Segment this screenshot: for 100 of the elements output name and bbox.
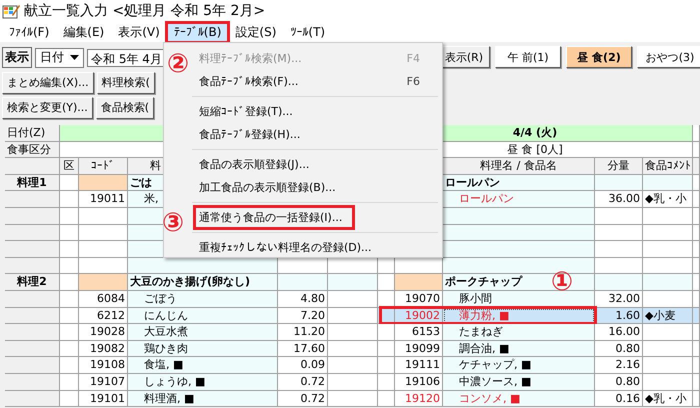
table-cell: 調合油, ■ bbox=[443, 340, 595, 358]
table-cell bbox=[643, 340, 693, 358]
table-cell: 大豆水煮 bbox=[128, 324, 278, 341]
menu-entry[interactable]: 食品ﾃｰﾌﾞﾙ検索(F)... F6 bbox=[199, 70, 420, 93]
table-cell: 19028 bbox=[79, 324, 128, 341]
table-cell: ごぼう bbox=[128, 290, 278, 308]
table-cell bbox=[643, 174, 693, 192]
table-cell: 19108 bbox=[79, 357, 128, 374]
table-cell bbox=[79, 258, 128, 274]
table-cell bbox=[278, 274, 328, 291]
window-title: 献立一覧入力 <処理月 令和 5年 2月> bbox=[24, 2, 266, 20]
row-header bbox=[5, 224, 60, 242]
menu-item[interactable]: ﾂｰﾙ(T) bbox=[283, 22, 332, 42]
toolbar-button[interactable]: まとめ編集(X)... bbox=[2, 72, 94, 94]
table-cell bbox=[79, 224, 128, 242]
table-cell: 32.00 bbox=[595, 290, 643, 308]
column-header: ｺｰﾄﾞ bbox=[79, 158, 128, 175]
meal-button[interactable]: 昼 食(2) bbox=[566, 46, 632, 68]
table-cell bbox=[60, 208, 79, 225]
table-cell: 大豆のかき揚げ(卵なし) bbox=[128, 274, 278, 291]
column-header: 区 bbox=[60, 158, 79, 175]
table-cell bbox=[595, 208, 643, 225]
table-cell: ◆小麦 bbox=[643, 308, 693, 324]
menu-item[interactable]: 表示(V) bbox=[111, 22, 167, 42]
menu-item[interactable]: ﾌｧｲﾙ(F) bbox=[2, 22, 56, 42]
row-header: 料理2 bbox=[5, 274, 60, 291]
table-cell: 7.20 bbox=[278, 308, 328, 324]
table-cell bbox=[378, 390, 395, 408]
row-header bbox=[5, 290, 60, 308]
table-cell: ◆乳・小 bbox=[643, 191, 693, 208]
column-header bbox=[5, 158, 60, 175]
view-select[interactable]: 日付 bbox=[35, 48, 84, 68]
step-number: ③ bbox=[162, 209, 184, 237]
table-cell: 19011 bbox=[79, 191, 128, 208]
table-cell: 0.80 bbox=[595, 340, 643, 358]
table-cell bbox=[643, 357, 693, 374]
row-header bbox=[5, 340, 60, 358]
meal-button[interactable]: 午 前(1) bbox=[495, 46, 561, 68]
table-cell bbox=[60, 390, 79, 408]
table-cell bbox=[595, 258, 643, 274]
table-cell bbox=[643, 208, 693, 225]
dropdown-arrow-icon bbox=[70, 55, 79, 60]
meal-button[interactable]: おやつ(3) bbox=[637, 46, 700, 68]
row-header bbox=[5, 258, 60, 274]
table-cell: 19111 bbox=[395, 357, 443, 374]
table-cell bbox=[328, 308, 378, 324]
table-cell bbox=[60, 241, 79, 258]
row-header bbox=[5, 191, 60, 208]
table-cell: たまねぎ bbox=[443, 324, 595, 341]
row-header bbox=[5, 208, 60, 225]
table-cell bbox=[60, 290, 79, 308]
table-cell: しょうゆ, ■ bbox=[128, 374, 278, 390]
table-cell: 19101 bbox=[79, 390, 128, 408]
menu-entry[interactable]: 通常使う食品の一括登録(I)... bbox=[194, 206, 354, 229]
table-cell bbox=[79, 174, 128, 192]
table-cell bbox=[643, 324, 693, 341]
table-cell bbox=[643, 241, 693, 258]
table-cell bbox=[328, 357, 378, 374]
table-cell: 0.16 bbox=[595, 390, 643, 408]
table-cell bbox=[378, 374, 395, 390]
table-cell: 1.60 bbox=[595, 308, 643, 324]
menu-item[interactable]: 設定(S) bbox=[228, 22, 284, 42]
toolbar-button[interactable]: 食品検索( bbox=[96, 96, 154, 118]
column-header: 食品ｺﾒﾝﾄ bbox=[643, 158, 693, 175]
table-cell bbox=[378, 274, 395, 291]
table-cell bbox=[595, 241, 643, 258]
menu-item[interactable]: 編集(E) bbox=[56, 22, 112, 42]
table-cell bbox=[79, 274, 128, 291]
table-cell bbox=[643, 290, 693, 308]
table-cell: 0.72 bbox=[278, 390, 328, 408]
table-cell bbox=[60, 340, 79, 358]
table-cell bbox=[378, 357, 395, 374]
row-header: 料理1 bbox=[5, 174, 60, 192]
table-cell bbox=[328, 390, 378, 408]
table-cell: 料理酒, ■ bbox=[128, 390, 278, 408]
table-cell bbox=[378, 324, 395, 341]
table-cell: ロールパン bbox=[443, 191, 595, 208]
table-cell: 36.00 bbox=[595, 191, 643, 208]
menu-item[interactable]: ﾃｰﾌﾞﾙ(B) bbox=[166, 22, 228, 42]
table-cell: 0.80 bbox=[595, 374, 643, 390]
table-cell: 2.16 bbox=[595, 357, 643, 374]
table-cell: 4.80 bbox=[278, 290, 328, 308]
table-cell: 19120 bbox=[395, 390, 443, 408]
row-header: 日付(Z) bbox=[5, 125, 60, 142]
table-cell: 食塩, ■ bbox=[128, 357, 278, 374]
menu-entry[interactable]: 重複ﾁｪｯｸしない料理名の登録(D)... bbox=[199, 236, 420, 259]
table-cell: 鶏ひき肉 bbox=[128, 340, 278, 358]
table-cell bbox=[328, 258, 378, 274]
row-header bbox=[5, 357, 60, 374]
toolbar-button[interactable]: 料理検索( bbox=[96, 72, 155, 94]
table-cell bbox=[60, 174, 79, 192]
table-cell bbox=[328, 340, 378, 358]
table-cell bbox=[79, 208, 128, 225]
column-header bbox=[693, 158, 700, 175]
table-cell bbox=[60, 324, 79, 341]
menu-entry[interactable]: 短縮ｺｰﾄﾞ登録(T)... bbox=[199, 100, 420, 123]
table-cell: 11.20 bbox=[278, 324, 328, 341]
table-cell: ケチャップ, ■ bbox=[443, 357, 595, 374]
toolbar-button[interactable]: 検索と変更(Y)... bbox=[2, 96, 93, 118]
table-cell bbox=[60, 258, 79, 274]
